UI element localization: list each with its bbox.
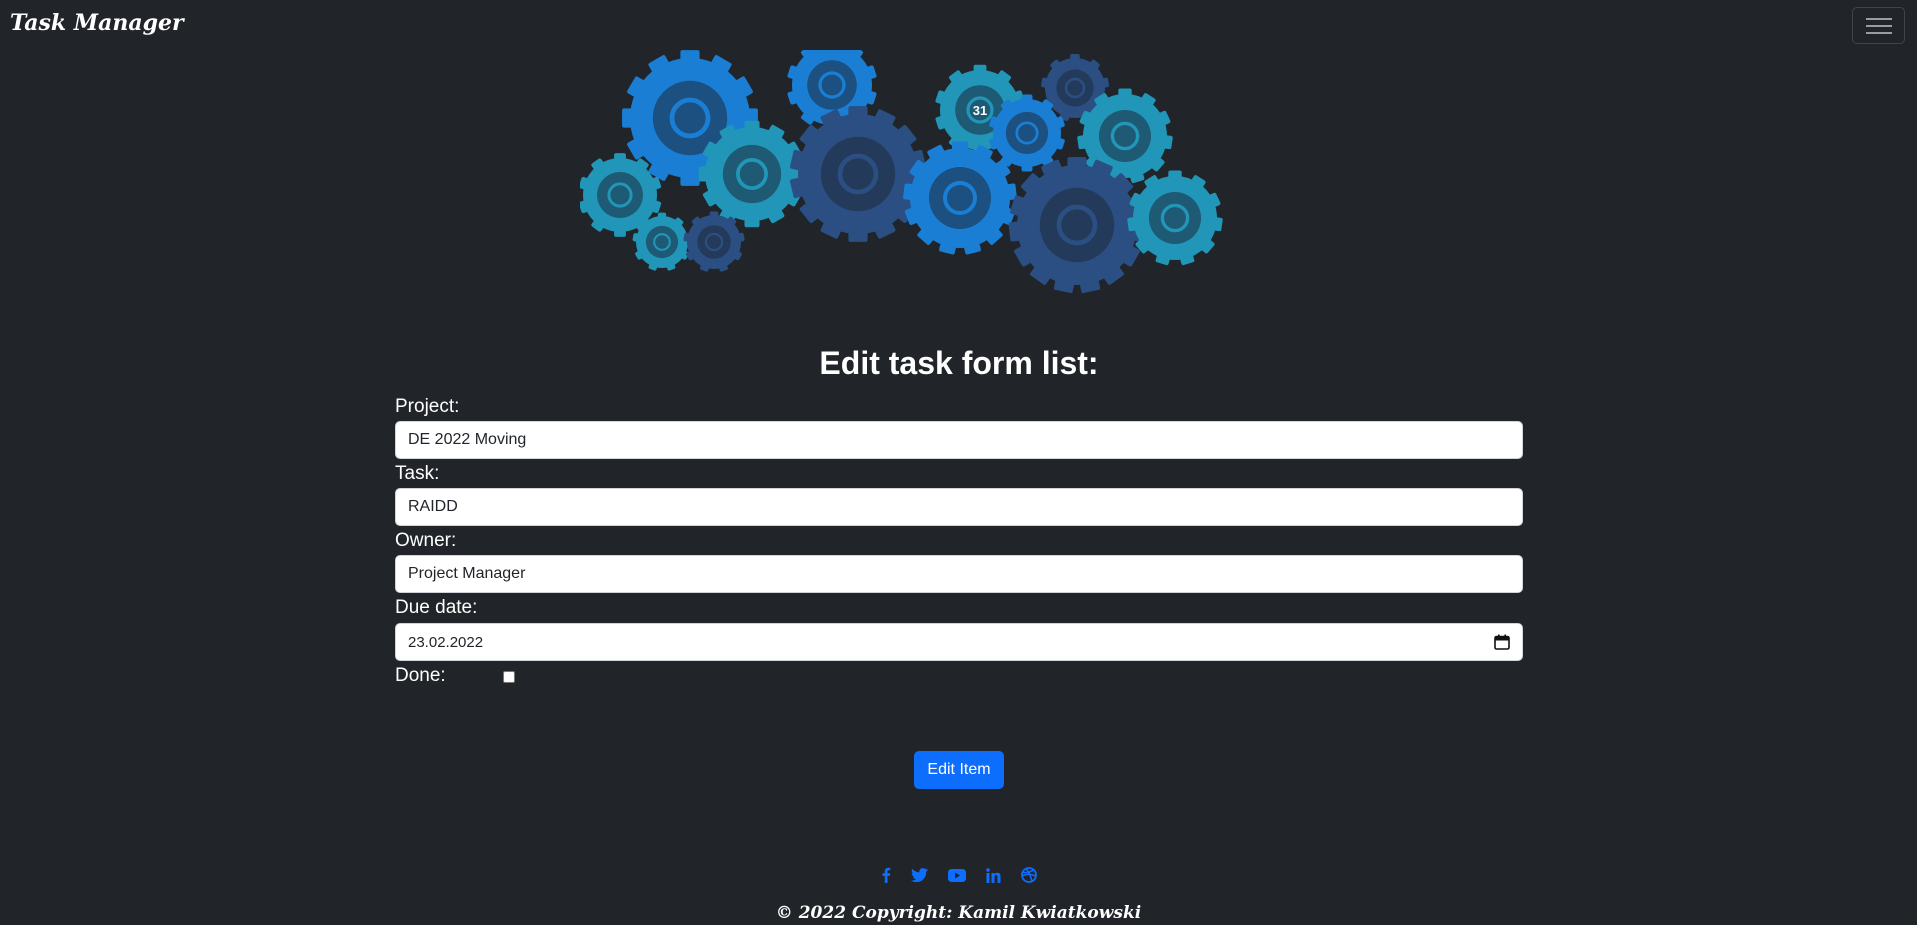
task-input[interactable]	[395, 488, 1523, 526]
edit-item-button[interactable]: Edit Item	[914, 751, 1004, 789]
navbar-toggler-button[interactable]	[1852, 7, 1905, 44]
gear-puzzle-icon	[683, 211, 745, 272]
task-label: Task:	[395, 463, 440, 484]
copyright-text: © 2022 Copyright: Kamil Kwiatkowski	[775, 903, 1142, 923]
gear-gold-bars-icon	[1127, 170, 1223, 266]
done-label: Done:	[395, 665, 446, 686]
owner-label: Owner:	[395, 530, 457, 551]
calendar-day-text: 31	[973, 103, 987, 118]
twitter-icon[interactable]	[910, 866, 928, 884]
navbar: Task Manager	[0, 0, 1917, 50]
gear-team-icon	[1008, 157, 1146, 294]
due-date-label: Due date:	[395, 597, 478, 618]
facebook-icon[interactable]	[877, 866, 895, 884]
due-date-value: 23.02.2022	[408, 633, 484, 651]
gear-lightbulb-icon	[790, 106, 926, 242]
hamburger-menu-icon	[1865, 17, 1892, 34]
calendar-picker-icon[interactable]	[1494, 634, 1510, 650]
project-label: Project:	[395, 396, 460, 417]
done-checkbox[interactable]	[503, 671, 515, 683]
gears-hero-image: 31	[580, 50, 1223, 294]
project-input[interactable]	[395, 421, 1523, 459]
dribbble-icon[interactable]	[1020, 866, 1038, 884]
due-date-input[interactable]: 23.02.2022	[395, 623, 1523, 661]
form-title: Edit task form list:	[819, 345, 1099, 381]
gear-search-icon	[632, 212, 692, 271]
youtube-icon[interactable]	[947, 866, 967, 884]
brand-logo[interactable]: Task Manager	[10, 10, 184, 36]
linkedin-icon[interactable]	[984, 866, 1002, 884]
owner-input[interactable]	[395, 555, 1523, 593]
